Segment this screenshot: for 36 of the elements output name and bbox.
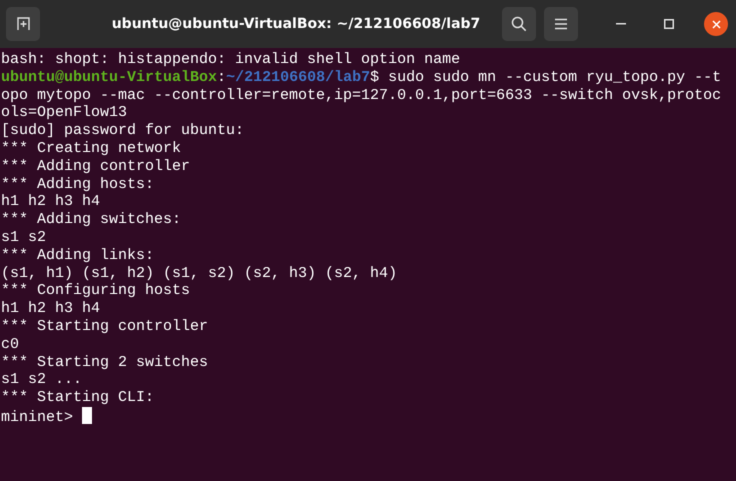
output-line: (s1, h1) (s1, h2) (s1, s2) (s2, h3) (s2, h4)	[1, 264, 398, 282]
prompt-separator: :	[217, 68, 226, 86]
output-line: *** Starting CLI:	[1, 389, 156, 407]
output-line: *** Adding switches:	[1, 211, 182, 229]
menu-icon	[554, 18, 568, 30]
prompt-path: ~/212106608/lab7	[226, 68, 370, 86]
output-line: h1 h2 h3 h4	[1, 193, 102, 212]
output-line: *** Creating network	[1, 140, 182, 158]
output-line: *** Adding links:	[1, 246, 156, 265]
output-line: *** Adding hosts:	[1, 176, 156, 194]
window-title: ubuntu@ubuntu-VirtualBox: ~/212106608/lab7	[112, 14, 480, 34]
new-tab-icon	[15, 16, 31, 32]
close-button[interactable]	[704, 12, 728, 36]
output-line: h1 h2 h3 h4	[1, 300, 102, 318]
shell-prompt: mininet>	[1, 408, 74, 426]
close-icon	[712, 20, 720, 28]
output-line: *** Starting controller	[1, 318, 210, 336]
output-line: s1 s2 ...	[1, 371, 84, 390]
output-line: s1 s2	[1, 228, 48, 247]
output-line: [sudo] password for ubuntu:	[1, 122, 246, 140]
search-icon	[511, 16, 527, 32]
minimize-icon	[616, 23, 626, 25]
prompt-symbol: $	[370, 68, 380, 86]
maximize-icon	[664, 19, 674, 29]
output-line: ols=OpenFlow13	[1, 104, 128, 122]
output-line: *** Starting 2 switches	[1, 354, 210, 372]
output-line: *** Adding controller	[1, 158, 192, 176]
prompt-user-host: ubuntu@ubuntu-VirtualBox	[1, 68, 218, 86]
command-text: sudo sudo mn --custom ryu_topo.py --t	[388, 68, 722, 86]
output-line: opo mytopo --mac --controller=remote,ip=127.0.0.1,port=6633 --switch ovsk,protoc	[1, 86, 722, 104]
menu-button[interactable]	[544, 7, 578, 41]
output-line: bash: shopt: histappendo: invalid shell option name	[1, 51, 462, 69]
search-button[interactable]	[502, 7, 536, 41]
new-tab-button[interactable]	[6, 7, 40, 41]
output-line: *** Configuring hosts	[1, 282, 192, 300]
output-line: c0	[1, 336, 20, 354]
